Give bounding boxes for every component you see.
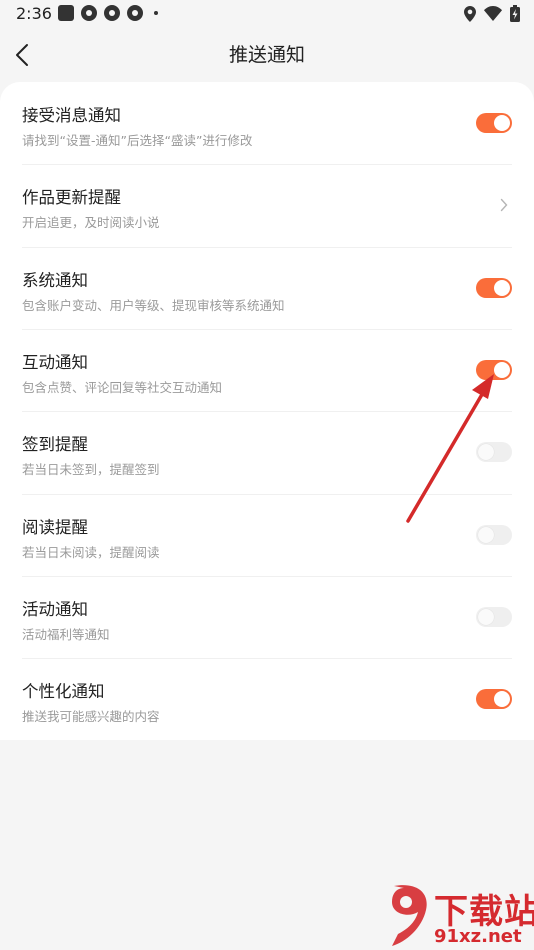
settings-toggle[interactable] [476,689,512,710]
toggle-knob [494,361,510,378]
settings-row-title: 作品更新提醒 [22,188,121,208]
settings-row[interactable]: 互动通知包含点赞、评论回复等社交互动通知 [22,328,512,411]
settings-row-title: 系统通知 [22,270,88,290]
settings-row-subtitle: 包含账户变动、用户等级、提现审核等系统通知 [22,297,285,313]
settings-row[interactable]: 系统通知包含账户变动、用户等级、提现审核等系统通知 [22,246,512,329]
settings-row-title: 互动通知 [22,352,88,372]
watermark: 下载站 91xz.net [386,880,534,950]
settings-toggle[interactable] [476,442,512,463]
page-title: 推送通知 [228,44,305,66]
settings-toggle[interactable] [476,277,512,298]
status-system-icons [464,5,520,22]
toggle-knob [478,526,494,543]
settings-row[interactable]: 作品更新提醒开启追更，及时阅读小说 [22,164,512,246]
toggle-knob [478,444,494,461]
watermark-url: 91xz.net [434,926,522,947]
settings-row-title: 阅读提醒 [22,517,88,537]
settings-row-title: 接受消息通知 [22,106,121,125]
nav-bar: 推送通知 [0,28,534,82]
settings-row[interactable]: 个性化通知推送我可能感兴趣的内容 [22,658,512,740]
toggle-knob [494,691,510,708]
notification-square-icon [58,5,74,21]
settings-row[interactable]: 签到提醒若当日未签到，提醒签到 [22,411,512,493]
settings-row-title: 活动通知 [22,599,88,619]
settings-toggle[interactable] [476,606,512,627]
notification-app-icon [127,5,143,21]
settings-toggle[interactable] [476,359,512,380]
status-notification-icons [58,5,158,21]
notification-app-icon [104,5,120,21]
chevron-right-icon[interactable] [500,198,508,212]
settings-row-subtitle: 推送我可能感兴趣的内容 [22,709,160,725]
settings-row-subtitle: 包含点赞、评论回复等社交互动通知 [22,379,223,395]
notification-app-icon [81,5,97,21]
toggle-knob [478,608,494,625]
toggle-knob [494,279,510,296]
watermark-logo-icon [392,885,427,946]
settings-card: 接受消息通知请找到“设置-通知”后选择“盛读”进行修改作品更新提醒开启追更，及时… [0,82,534,740]
settings-toggle[interactable] [476,524,512,545]
settings-row[interactable]: 阅读提醒若当日未阅读，提醒阅读 [22,493,512,576]
status-bar: 2:36 [0,0,534,28]
settings-row-title: 签到提醒 [22,435,88,455]
settings-row-subtitle: 若当日未阅读，提醒阅读 [22,544,160,560]
settings-row-subtitle: 请找到“设置-通知”后选择“盛读”进行修改 [22,133,253,148]
wifi-icon [484,6,502,21]
settings-row[interactable]: 活动通知活动福利等通知 [22,575,512,658]
settings-row-subtitle: 开启追更，及时阅读小说 [22,215,160,231]
more-notifications-dot-icon [154,11,158,15]
status-time: 2:36 [16,4,52,23]
screen: 2:36 推送通知 接受消息通知 请找到“设置-通知”后选择“盛读”进行修改 作… [0,0,534,950]
toggle-knob [494,115,510,131]
settings-row-subtitle: 若当日未签到，提醒签到 [22,462,160,478]
location-icon [464,5,476,22]
settings-toggle[interactable] [476,113,512,133]
settings-row-title: 个性化通知 [22,682,105,702]
battery-icon [510,5,520,22]
settings-row-subtitle: 活动福利等通知 [22,626,110,642]
settings-row[interactable]: 接受消息通知请找到“设置-通知”后选择“盛读”进行修改 [22,82,512,164]
